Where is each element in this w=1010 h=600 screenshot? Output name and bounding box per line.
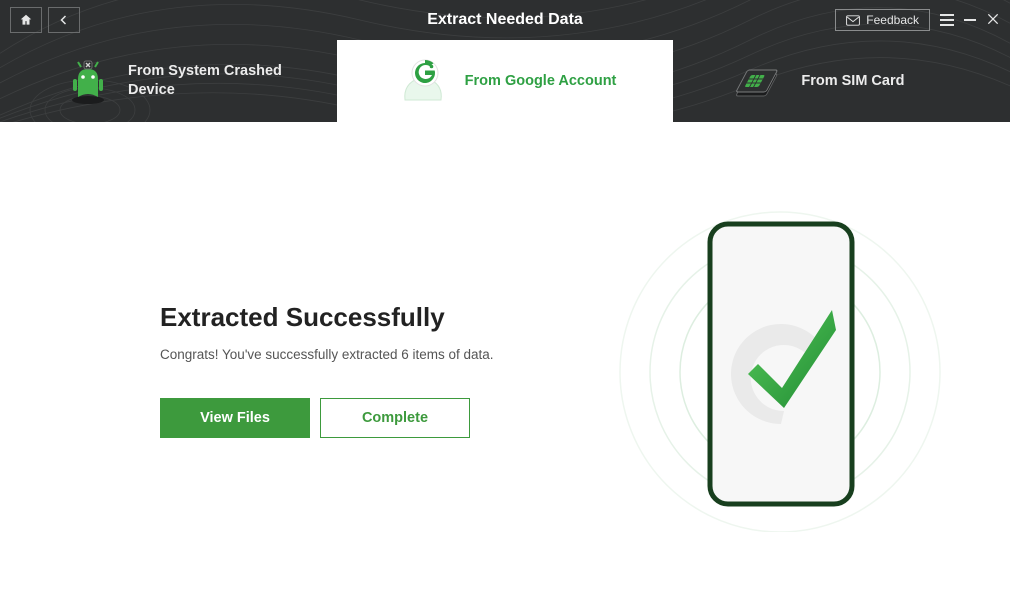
crashed-device-icon bbox=[62, 57, 114, 105]
view-files-button[interactable]: View Files bbox=[160, 398, 310, 438]
google-account-icon bbox=[399, 57, 451, 105]
result-heading: Extracted Successfully bbox=[160, 302, 640, 333]
app-header: Extract Needed Data Feedback bbox=[0, 0, 1010, 122]
tab-label: From SIM Card bbox=[801, 72, 904, 91]
chevron-left-icon bbox=[58, 14, 70, 26]
result-subtext: Congrats! You've successfully extracted … bbox=[160, 347, 640, 362]
main-content: Extracted Successfully Congrats! You've … bbox=[0, 122, 1010, 600]
tab-label: From Google Account bbox=[465, 72, 617, 91]
tab-sim-card[interactable]: From SIM Card bbox=[673, 40, 1010, 122]
back-button[interactable] bbox=[48, 7, 80, 33]
minimize-button[interactable] bbox=[964, 19, 976, 21]
sim-card-icon bbox=[735, 57, 787, 105]
tab-google-account[interactable]: From Google Account bbox=[337, 40, 674, 122]
tab-label: From System Crashed Device bbox=[128, 62, 305, 100]
source-tabs: From System Crashed Device From Google A… bbox=[0, 40, 1010, 122]
feedback-button[interactable]: Feedback bbox=[835, 9, 930, 31]
home-button[interactable] bbox=[10, 7, 42, 33]
complete-button[interactable]: Complete bbox=[320, 398, 470, 438]
feedback-label: Feedback bbox=[866, 13, 919, 27]
menu-button[interactable] bbox=[940, 14, 954, 26]
close-button[interactable] bbox=[986, 11, 1000, 29]
tab-system-crashed-device[interactable]: From System Crashed Device bbox=[0, 40, 337, 122]
success-illustration bbox=[610, 192, 950, 532]
home-icon bbox=[19, 13, 33, 27]
close-icon bbox=[986, 12, 1000, 26]
envelope-icon bbox=[846, 15, 860, 26]
